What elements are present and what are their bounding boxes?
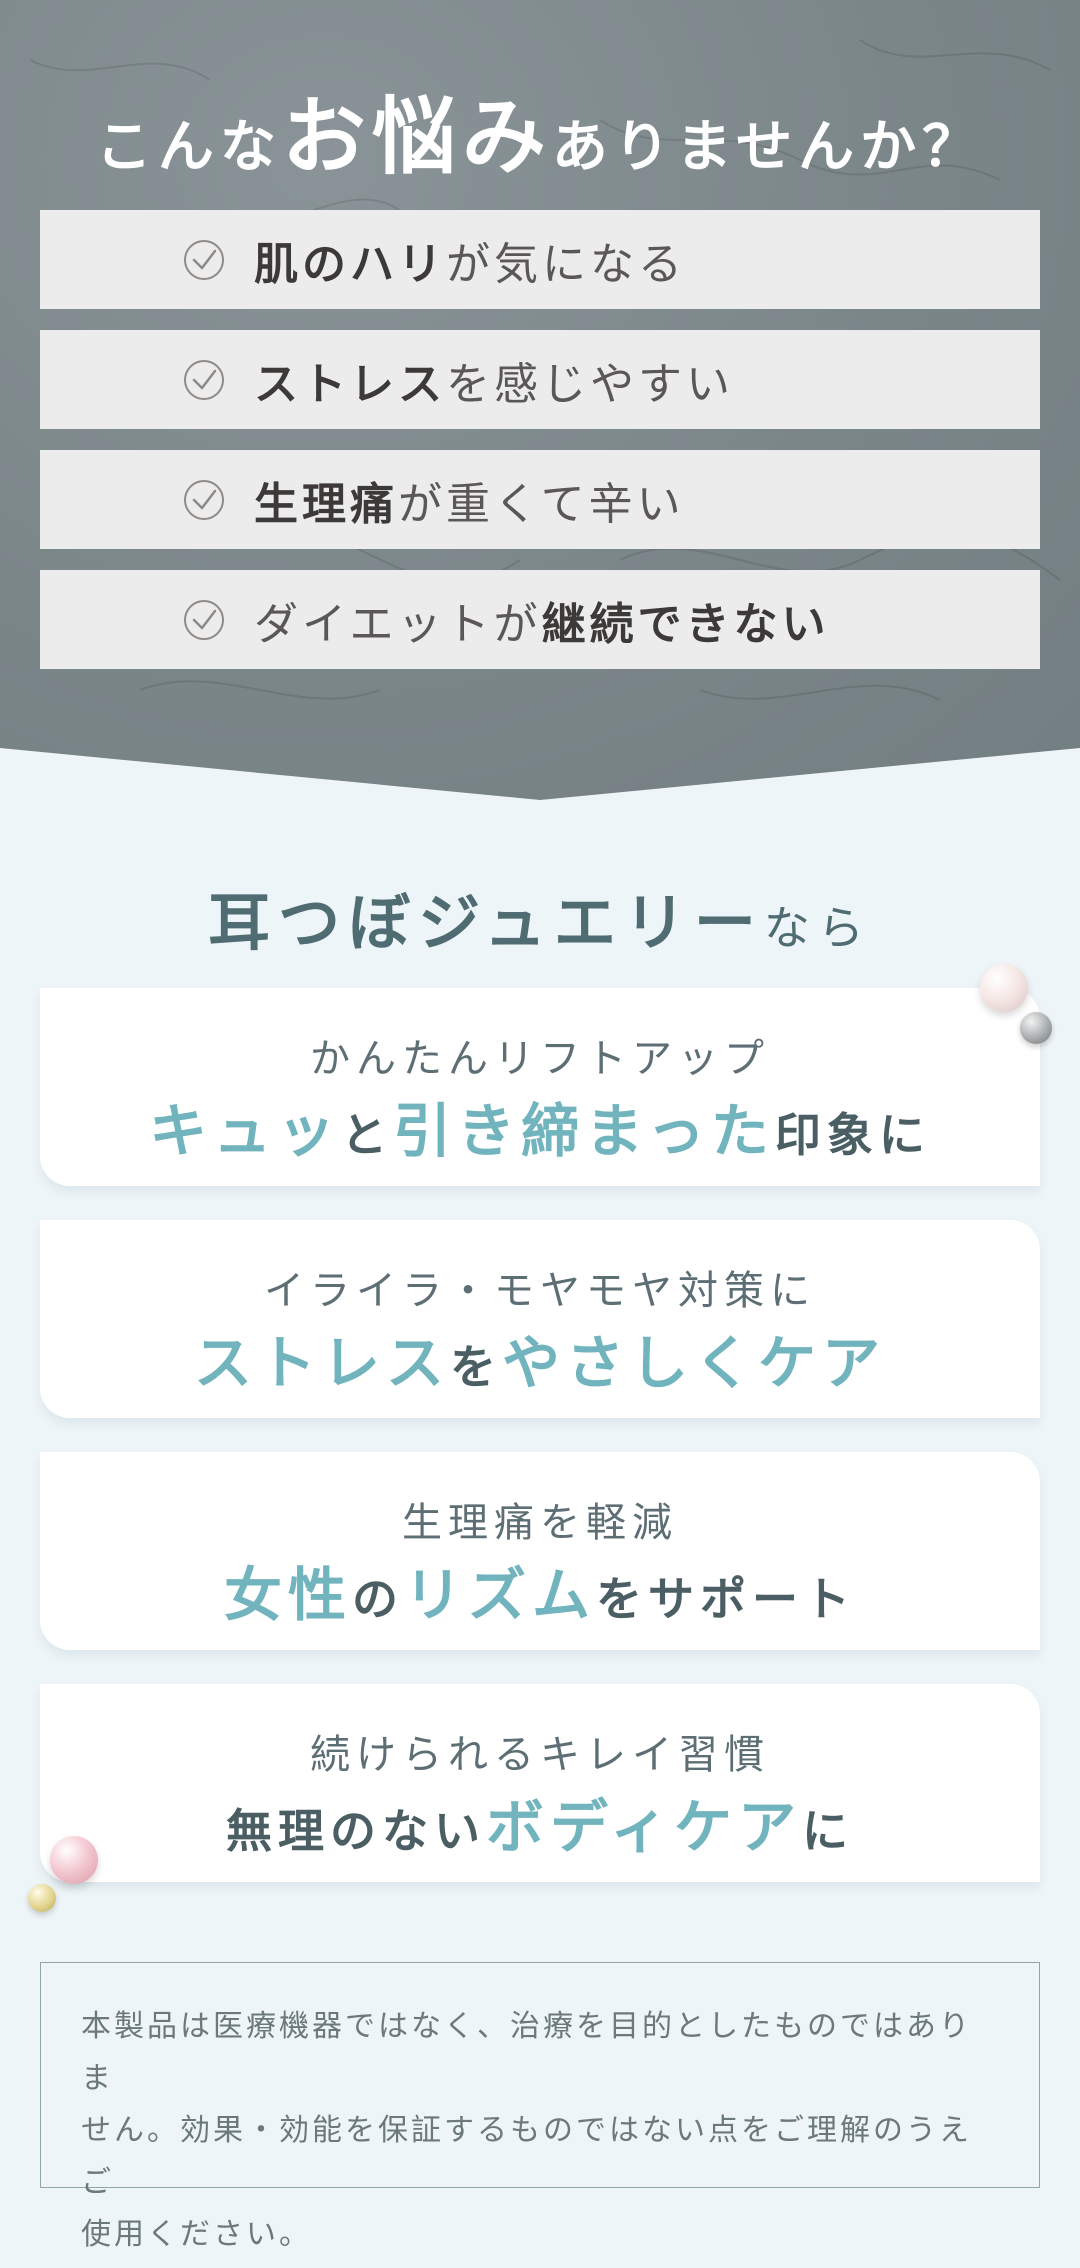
benefit-highlight: ボディケア [486, 1793, 802, 1861]
benefit-highlight: キュッ [149, 1097, 342, 1165]
problem-bold: ストレス [254, 358, 446, 410]
pearl-decoration [980, 964, 1028, 1012]
benefit-card: かんたんリフトアップ キュッと引き締まった印象に [40, 988, 1040, 1186]
check-circle-icon [184, 359, 224, 400]
pearl-decoration [1020, 1012, 1052, 1044]
check-circle-icon [184, 239, 224, 280]
heading-big: お悩み [281, 88, 552, 186]
benefit-subtitle: 生理痛を軽減 [402, 1500, 678, 1546]
benefit-title: キュッと引き締まった印象に [40, 1084, 1040, 1168]
product-name: 耳つぼジュエリー [208, 886, 764, 959]
benefit-subtitle: かんたんリフトアップ [310, 1036, 770, 1082]
benefit-card: 続けられるキレイ習慣 無理のないボディケアに [40, 1684, 1040, 1882]
benefit-highlight: やさしくケア [502, 1329, 887, 1397]
benefit-text: の [352, 1572, 404, 1626]
solutions-heading: 耳つぼジュエリーなら [0, 872, 1080, 962]
problem-item: ダイエットが継続できない [40, 570, 1040, 669]
benefit-title: 無理のないボディケアに [40, 1780, 1040, 1864]
heading-pre: こんな [95, 115, 282, 180]
benefit-highlight: ストレス [193, 1329, 450, 1397]
benefit-text: に [801, 1804, 854, 1858]
benefit-subtitle: イライラ・モヤモヤ対策に [264, 1268, 816, 1314]
problem-item: ストレスを感じやすい [40, 330, 1040, 429]
heading-post: ありませんか？ [551, 115, 985, 180]
check-circle-icon [184, 599, 224, 640]
problem-bold: 生理痛 [254, 478, 398, 530]
disclaimer-box: 本製品は医療機器ではなく、治療を目的としたものではありま せん。効果・効能を保証… [40, 1962, 1040, 2252]
problems-heading: こんなお悩みありませんか？ [0, 70, 1080, 191]
benefit-subtitle: 続けられるキレイ習慣 [310, 1732, 770, 1778]
disclaimer-line: せん。効果・効能を保証するものではない点をご理解のうえご [81, 2113, 972, 2200]
benefit-highlight: リズム [404, 1561, 597, 1629]
pearl-decoration [50, 1836, 98, 1884]
problem-text: を感じやすい [446, 358, 734, 410]
heading-suffix: なら [763, 901, 872, 955]
problem-text: が重くて辛い [398, 478, 685, 530]
benefit-text: をサポート [596, 1572, 857, 1626]
benefit-text: 無理のない [226, 1804, 487, 1858]
disclaimer-line: 本製品は医療機器ではなく、治療を目的としたものではありま [81, 2009, 972, 2096]
benefit-text: と [341, 1108, 394, 1162]
problem-text: が気になる [446, 238, 686, 290]
benefit-title: 女性のリズムをサポート [40, 1548, 1040, 1632]
benefit-text: を [450, 1340, 502, 1394]
problem-text: ダイエットが [254, 598, 542, 650]
benefit-highlight: 女性 [223, 1561, 352, 1629]
benefit-text: 印象に [774, 1108, 931, 1162]
check-circle-icon [184, 479, 224, 520]
problem-bold: 継続できない [541, 598, 830, 650]
problem-bold: 肌のハリ [254, 238, 446, 290]
benefit-card: イライラ・モヤモヤ対策に ストレスをやさしくケア [40, 1220, 1040, 1418]
benefit-highlight: 引き締まった [393, 1097, 775, 1165]
problem-item: 肌のハリが気になる [40, 210, 1040, 309]
pearl-decoration [28, 1884, 56, 1912]
problem-item: 生理痛が重くて辛い [40, 450, 1040, 549]
benefit-card: 生理痛を軽減 女性のリズムをサポート [40, 1452, 1040, 1650]
benefit-title: ストレスをやさしくケア [40, 1316, 1040, 1400]
disclaimer-line: 使用ください。 [81, 2217, 312, 2252]
